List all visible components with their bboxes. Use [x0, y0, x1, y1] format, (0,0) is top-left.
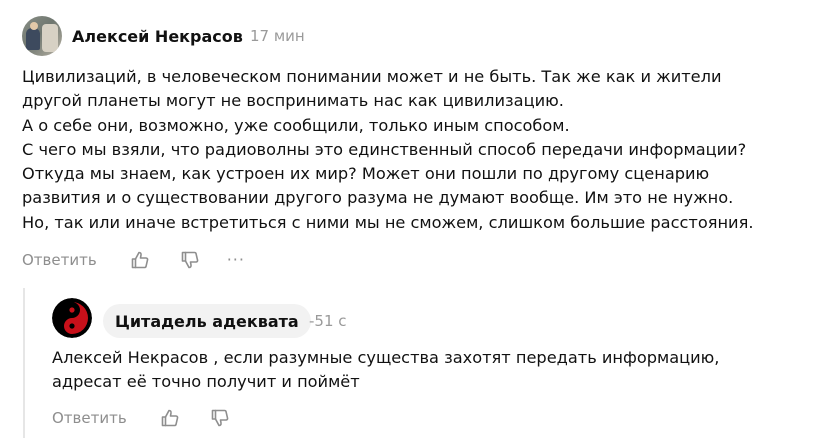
reply-author-chip[interactable]: Цитадель адеквата	[103, 304, 311, 338]
reply-text-line: Алексей Некрасов , если разумные существ…	[52, 348, 720, 367]
comment-text-line: Откуда мы знаем, как устроен их мир? Мож…	[22, 164, 710, 184]
reply-timestamp: -51 с	[309, 312, 347, 330]
avatar-photo-figure	[30, 22, 38, 30]
thumbs-up-icon[interactable]	[129, 249, 151, 271]
author-name[interactable]: Алексей Некрасов	[72, 27, 243, 46]
comment-text-line: А о себе они, возможно, уже сообщили, то…	[22, 115, 570, 135]
comment-actions: Ответить ···	[22, 249, 245, 271]
comment-text-line: Цивилизаций, в человеческом понимании мо…	[22, 67, 722, 86]
yin-yang-icon[interactable]	[52, 298, 92, 338]
comment-text-line: Но, так или иначе встретиться с ними мы …	[22, 212, 754, 232]
reply-text: Алексей Некрасов , если разумные существ…	[52, 346, 812, 395]
comment-text-line: развития и о существовании другого разум…	[22, 188, 734, 208]
thumbs-up-icon[interactable]	[159, 407, 181, 429]
thumbs-down-icon[interactable]	[209, 407, 231, 429]
reply-actions: Ответить	[52, 407, 257, 429]
reply-button[interactable]: Ответить	[52, 409, 127, 427]
reply-button[interactable]: Ответить	[22, 251, 97, 269]
reply-author-name[interactable]: Цитадель адеквата	[115, 312, 299, 331]
more-options-button[interactable]: ···	[227, 249, 245, 271]
thread-line	[23, 288, 25, 438]
author-avatar[interactable]	[22, 16, 62, 56]
thumbs-down-icon[interactable]	[179, 249, 201, 271]
comment-text: Цивилизаций, в человеческом понимании мо…	[22, 65, 812, 235]
avatar-photo-figure	[42, 24, 58, 52]
comment-timestamp: 17 мин	[250, 27, 305, 45]
comment-text-line: С чего мы взяли, что радиоволны это един…	[22, 139, 747, 159]
reply-text-line: адресат её точно получит и поймёт	[52, 372, 360, 392]
avatar-photo-figure	[26, 28, 40, 50]
comment-text-line: другой планеты могут не воспринимать нас…	[22, 91, 564, 111]
